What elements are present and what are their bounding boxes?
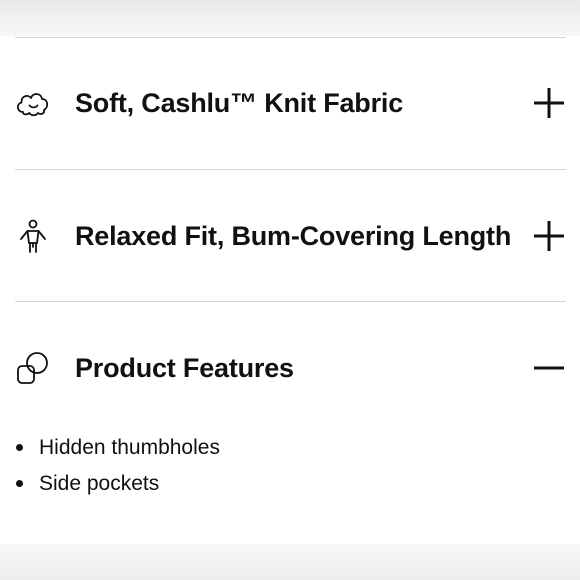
accordion-item-features[interactable]: Product Features [0, 338, 580, 398]
plus-icon[interactable] [532, 86, 566, 120]
list-item-label: Hidden thumbholes [39, 436, 220, 459]
divider [15, 169, 566, 170]
list-item: Side pockets [14, 466, 220, 502]
list-item: Hidden thumbholes [14, 430, 220, 466]
top-edge-shade [0, 0, 580, 36]
plus-icon[interactable] [532, 219, 566, 253]
features-list: Hidden thumbholes Side pockets [14, 430, 220, 502]
overlapping-shapes-icon [14, 349, 52, 387]
accordion-title: Relaxed Fit, Bum-Covering Length [75, 221, 512, 251]
bullet [16, 444, 23, 451]
person-icon [14, 217, 52, 255]
divider [15, 37, 566, 38]
cloud-icon [14, 84, 52, 122]
bottom-edge-shade [0, 544, 580, 580]
divider [15, 301, 566, 302]
accordion-item-fabric[interactable]: Soft, Cashlu™ Knit Fabric [0, 73, 580, 133]
list-item-label: Side pockets [39, 472, 160, 495]
accordion-title: Soft, Cashlu™ Knit Fabric [75, 88, 404, 118]
accordion-title: Product Features [75, 353, 294, 383]
accordion-item-fit[interactable]: Relaxed Fit, Bum-Covering Length [0, 206, 580, 266]
minus-icon[interactable] [532, 351, 566, 385]
bullet [16, 480, 23, 487]
